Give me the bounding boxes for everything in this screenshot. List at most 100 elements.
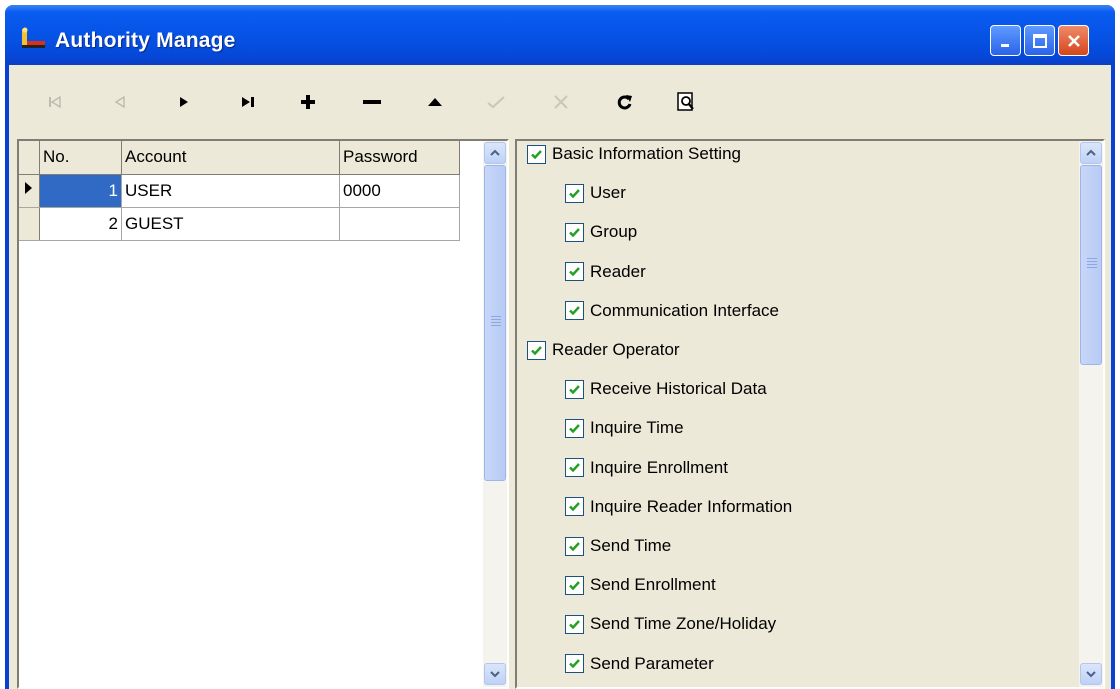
find-button[interactable] xyxy=(669,85,703,119)
checkmark-icon xyxy=(569,267,580,277)
permission-checkbox[interactable] xyxy=(565,497,584,517)
current-row-arrow-icon xyxy=(25,182,32,194)
permission-checkbox[interactable] xyxy=(527,144,546,164)
permission-item[interactable]: Inquire Reader Information xyxy=(565,492,792,522)
permission-checkbox[interactable] xyxy=(565,654,584,674)
tree-scroll-thumb[interactable] xyxy=(1080,165,1102,365)
checkmark-icon xyxy=(569,659,580,669)
permission-checkbox[interactable] xyxy=(565,183,584,203)
column-header-password[interactable]: Password xyxy=(339,141,460,175)
accounts-table: No. Account Password 1 USER 0000 2 GUEST xyxy=(19,141,460,241)
cell-password[interactable]: 0000 xyxy=(339,174,460,208)
permission-label: Group xyxy=(590,222,638,242)
app-icon xyxy=(22,27,45,48)
cell-account[interactable]: USER xyxy=(121,174,340,208)
title-bar[interactable]: Authority Manage xyxy=(5,5,1115,65)
grid-scroll-thumb[interactable] xyxy=(484,165,506,481)
permission-label: User xyxy=(590,183,626,203)
authority-manage-window: Authority Manage No. Account Password 1 … xyxy=(5,5,1115,689)
permission-label: Send Parameter xyxy=(590,653,714,673)
permission-label: Send Enrollment xyxy=(590,575,716,595)
plus-icon xyxy=(301,95,315,109)
close-button[interactable] xyxy=(1058,25,1089,56)
column-header-account[interactable]: Account xyxy=(121,141,340,175)
cell-password[interactable] xyxy=(339,207,460,241)
chevron-down-icon xyxy=(1086,671,1096,678)
first-icon xyxy=(49,95,61,109)
permission-item[interactable]: Inquire Enrollment xyxy=(565,453,728,483)
maximize-button[interactable] xyxy=(1024,25,1055,56)
cell-account[interactable]: GUEST xyxy=(121,207,340,241)
post-record-button[interactable] xyxy=(479,85,513,119)
edit-record-button[interactable] xyxy=(418,85,452,119)
permission-checkbox[interactable] xyxy=(565,262,584,282)
table-row[interactable]: 1 USER 0000 xyxy=(19,174,460,208)
window-title: Authority Manage xyxy=(55,29,236,52)
permission-label: Inquire Time xyxy=(590,418,684,438)
cell-no[interactable]: 2 xyxy=(39,207,122,241)
minimize-button[interactable] xyxy=(990,25,1021,56)
permission-group-item[interactable]: Reader Operator xyxy=(527,335,680,365)
checkmark-icon xyxy=(569,463,580,473)
checkmark-icon xyxy=(569,580,580,590)
permission-item[interactable]: Send Time xyxy=(565,531,671,561)
grid-scroll-up-button[interactable] xyxy=(484,142,506,164)
prior-icon xyxy=(114,95,125,109)
tree-vertical-scrollbar[interactable] xyxy=(1079,141,1103,687)
up-icon xyxy=(428,98,442,106)
check-icon xyxy=(487,96,505,109)
cell-no[interactable]: 1 xyxy=(39,174,122,208)
checkmark-icon xyxy=(531,345,542,355)
delete-record-button[interactable] xyxy=(355,85,389,119)
checkmark-icon xyxy=(569,228,580,238)
permission-item[interactable]: User xyxy=(565,178,626,208)
next-record-button[interactable] xyxy=(167,85,201,119)
permission-item[interactable]: Send Parameter xyxy=(565,649,714,679)
checkmark-icon xyxy=(531,149,542,159)
permission-item[interactable]: Send Time Zone/Holiday xyxy=(565,609,776,639)
checkmark-icon xyxy=(569,188,580,198)
chevron-up-icon xyxy=(490,149,500,156)
find-icon xyxy=(677,92,694,111)
permission-item[interactable]: Send Enrollment xyxy=(565,570,716,600)
permission-item[interactable]: Inquire Time xyxy=(565,413,684,443)
permission-group-item[interactable]: Basic Information Setting xyxy=(527,141,741,169)
permission-checkbox[interactable] xyxy=(527,340,546,360)
minus-icon xyxy=(363,100,381,104)
chevron-up-icon xyxy=(1086,149,1096,156)
prior-record-button[interactable] xyxy=(103,85,137,119)
checkmark-icon xyxy=(569,306,580,316)
permission-checkbox[interactable] xyxy=(565,418,584,438)
first-record-button[interactable] xyxy=(38,85,72,119)
permission-label: Basic Information Setting xyxy=(552,144,741,163)
last-record-button[interactable] xyxy=(231,85,265,119)
last-icon xyxy=(242,97,254,107)
permission-label: Send Time Zone/Holiday xyxy=(590,614,777,634)
permission-checkbox[interactable] xyxy=(565,614,584,634)
permission-label: Receive Historical Data xyxy=(590,379,767,399)
accounts-grid[interactable]: No. Account Password 1 USER 0000 2 GUEST xyxy=(17,139,509,689)
tree-scroll-down-button[interactable] xyxy=(1080,663,1102,685)
chevron-down-icon xyxy=(490,671,500,678)
table-row[interactable]: 2 GUEST xyxy=(19,207,460,241)
permission-checkbox[interactable] xyxy=(565,379,584,399)
permission-item[interactable]: Group xyxy=(565,217,637,247)
permission-checkbox[interactable] xyxy=(565,222,584,242)
cancel-record-button[interactable] xyxy=(544,85,578,119)
permission-label: Send Time xyxy=(590,536,672,555)
permission-item[interactable]: Reader xyxy=(565,257,646,287)
refresh-button[interactable] xyxy=(608,85,642,119)
permission-checkbox[interactable] xyxy=(565,575,584,595)
grid-scroll-down-button[interactable] xyxy=(484,663,506,685)
insert-record-button[interactable] xyxy=(291,85,325,119)
permission-checkbox[interactable] xyxy=(565,536,584,556)
permission-checkbox[interactable] xyxy=(565,458,584,478)
tree-scroll-up-button[interactable] xyxy=(1080,142,1102,164)
next-icon xyxy=(180,97,188,107)
permission-item[interactable]: Communication Interface xyxy=(565,296,779,326)
grid-vertical-scrollbar[interactable] xyxy=(483,141,507,687)
column-header-no[interactable]: No. xyxy=(39,141,122,175)
permission-checkbox[interactable] xyxy=(565,301,584,321)
permissions-tree[interactable]: Basic Information Setting User Group Reader… xyxy=(515,139,1105,689)
permission-item[interactable]: Receive Historical Data xyxy=(565,374,767,404)
